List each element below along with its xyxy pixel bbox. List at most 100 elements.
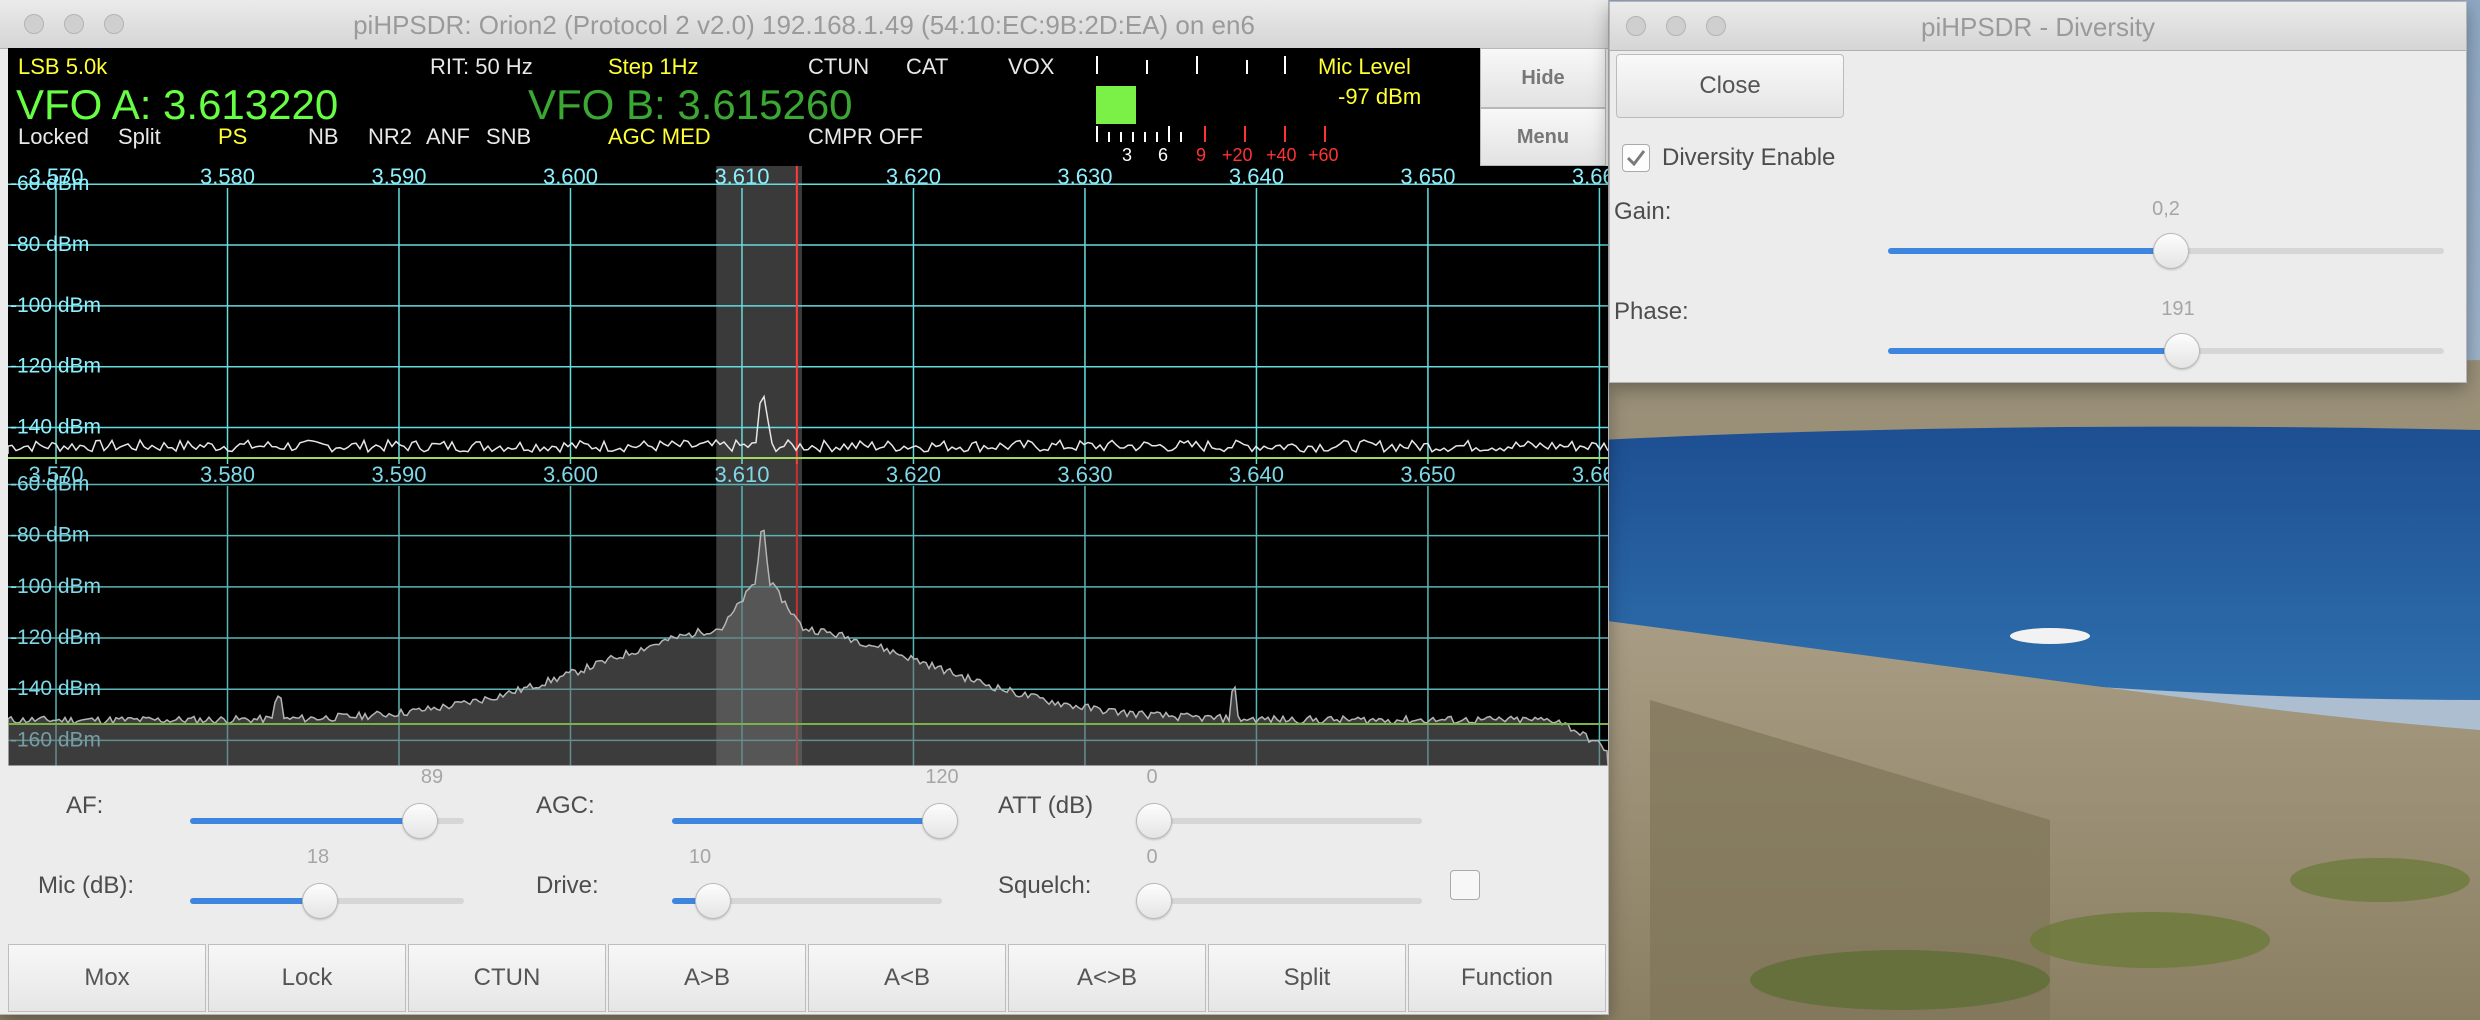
meter-tick-plus40: +40 [1266,145,1297,165]
phase-value: 191 [2161,298,2195,320]
nr2-status: NR2 [368,124,413,149]
squelch-slider[interactable] [1136,883,1422,919]
gain-label: Gain: [1614,198,1672,225]
db-label: -80 dBm [10,233,89,256]
squelch-value: 0 [1146,846,1158,868]
vfo-a[interactable]: VFO A: 3.613220 [16,84,338,126]
freq-label: 3.580 [200,166,255,189]
split-status: Split [118,124,161,149]
function-button[interactable]: Function [1408,944,1606,1012]
mox-button[interactable]: Mox [8,944,206,1012]
att-slider-knob[interactable] [1136,803,1172,839]
a-to-b-button[interactable]: A>B [608,944,806,1012]
mic-slider-knob[interactable] [301,883,338,919]
meter-tick-3: 3 [1122,145,1133,165]
gain-slider-knob[interactable] [2153,233,2190,269]
snb-status: SNB [486,124,532,149]
diversity-enable-checkbox[interactable] [1622,144,1650,172]
meter-tick-plus60: +60 [1308,145,1339,165]
freq-label: 3.590 [371,166,426,189]
meter-scale: 3 6 9 +20 +40 +60 [1096,126,1339,165]
lock-button[interactable]: Lock [208,944,406,1012]
menu-button[interactable]: Menu [1480,108,1606,166]
close-button[interactable]: Close [1616,54,1844,118]
freq-label: 3.640 [1229,464,1284,487]
db-label: -140 dBm [10,416,101,439]
mic-slider-fill [190,898,320,904]
db-label: -100 dBm [10,575,101,598]
phase-slider[interactable] [1888,333,2444,369]
ctun-status: CTUN [808,54,870,79]
vox-status: VOX [1008,54,1055,79]
af-slider-knob[interactable] [401,803,438,839]
att-slider[interactable] [1136,803,1422,839]
waterfall[interactable]: 3.570 3.580 3.590 3.600 3.610 3.620 3.630 3.640… [8,464,1608,766]
panadapter-plot: 3.570 3.580 3.590 3.600 3.610 3.620 3.630 3.640… [8,166,1608,464]
nb-status: NB [308,124,339,149]
main-window: piHPSDR: Orion2 (Protocol 2 v2.0) 192.16… [0,0,1608,1014]
squelch-label: Squelch: [998,872,1092,899]
freq-label: 3.640 [1229,166,1284,189]
agc-slider[interactable] [672,803,958,839]
cmpr-status: CMPR OFF [808,124,923,149]
step-status[interactable]: Step 1Hz [608,56,699,78]
locked-status: Locked [18,124,89,149]
hide-button[interactable]: Hide [1480,48,1606,108]
mic-level-label: Mic Level [1318,54,1411,79]
phase-slider-fill [1888,348,2182,354]
check-icon [1626,150,1646,167]
gain-slider-fill [1888,248,2172,254]
freq-label: 3.610 [714,166,769,189]
freq-label: 3.580 [200,464,255,487]
b-to-a-button[interactable]: A<B [808,944,1006,1012]
meter-ticks-top [1096,56,1286,74]
diversity-titlebar[interactable]: piHPSDR - Diversity [1610,2,2466,51]
diversity-window: piHPSDR - Diversity Close Diversity Enab… [1610,2,2466,382]
squelch-slider-knob[interactable] [1136,883,1172,919]
db-label: -60 dBm [10,472,89,495]
agc-value: 120 [925,766,959,788]
squelch-enable-checkbox[interactable] [1450,870,1480,900]
mic-value: 18 [306,846,330,868]
cat-status: CAT [906,54,949,79]
af-slider-fill [190,818,420,824]
split-button[interactable]: Split [1208,944,1406,1012]
mode-filter[interactable]: LSB 5.0k [18,56,107,78]
diversity-enable-label: Diversity Enable [1662,144,1836,171]
spectrum-trace [8,394,1608,454]
mic-label: Mic (dB): [38,872,134,899]
agc-slider-fill [672,818,940,824]
ctun-button[interactable]: CTUN [408,944,606,1012]
mic-level-track [1096,86,1316,124]
af-value: 89 [420,766,444,788]
af-label: AF: [66,792,104,819]
vfo-display[interactable]: LSB 5.0k VFO A: 3.613220 VFO B: 3.615260… [8,48,1480,166]
agc-slider-knob[interactable] [922,803,958,839]
att-value: 0 [1146,766,1158,788]
freq-label: 3.600 [543,464,598,487]
freq-label: 3.620 [886,166,941,189]
window-title: piHPSDR - Diversity [1920,12,2156,42]
freq-label: 3.650 [1400,166,1455,189]
drive-value: 10 [688,846,712,868]
att-label: ATT (dB) [998,792,1094,819]
mic-level-value: -97 dBm [1338,84,1422,109]
db-label: -120 dBm [10,626,101,649]
panadapter[interactable]: 3.570 3.580 3.590 3.600 3.610 3.620 3.630 3.640… [8,166,1608,464]
gain-slider[interactable] [1888,233,2444,269]
freq-label: 3.630 [1057,166,1112,189]
mic-level-meter: 3 6 9 +20 +40 +60 Mic Level -97 dBm [1088,48,1421,166]
mic-level-fill [1096,86,1136,124]
freq-label: 3.650 [1400,464,1455,487]
mic-slider[interactable] [190,883,464,919]
af-slider[interactable] [190,803,464,839]
phase-slider-knob[interactable] [2163,333,2200,369]
main-titlebar[interactable]: piHPSDR: Orion2 (Protocol 2 v2.0) 192.16… [0,0,1608,49]
swap-ab-button[interactable]: A<>B [1008,944,1206,1012]
vfo-b[interactable]: VFO B: 3.615260 [528,84,853,126]
freq-label: 3.610 [714,464,769,487]
drive-slider-knob[interactable] [695,883,732,919]
db-label: -60 dBm [10,172,89,195]
freq-label: 3.620 [886,464,941,487]
drive-slider[interactable] [672,883,942,919]
